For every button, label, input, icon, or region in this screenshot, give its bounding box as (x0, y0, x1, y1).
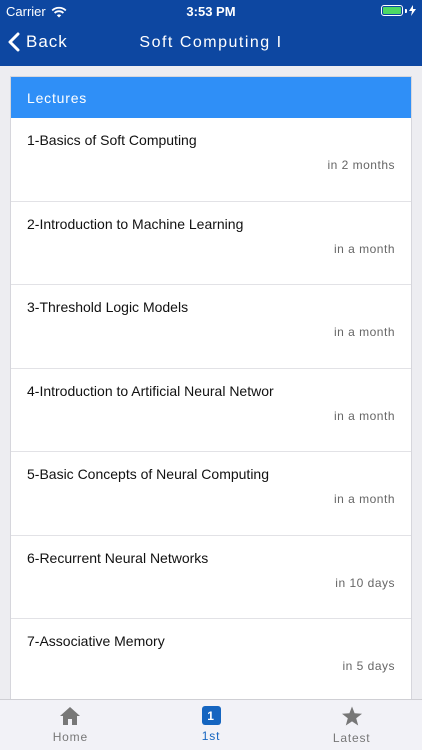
lecture-due: in a month (333, 325, 395, 339)
lecture-title: 5-Basic Concepts of Neural Computing (27, 466, 270, 482)
tab-first-label: 1st (201, 729, 221, 743)
lecture-row[interactable]: 4-Introduction to Artificial Neural Netw… (11, 369, 411, 452)
lecture-title: 3-Threshold Logic Models (27, 299, 189, 315)
tab-home[interactable]: Home (0, 700, 141, 750)
tab-latest[interactable]: Latest (281, 700, 422, 750)
lecture-row[interactable]: 1-Basics of Soft Computing in 2 months (11, 118, 411, 202)
charging-icon (409, 5, 416, 16)
home-icon (60, 707, 81, 725)
battery-icon (381, 5, 416, 16)
lecture-title: 6-Recurrent Neural Networks (27, 549, 209, 566)
lecture-title: 1-Basics of Soft Computing (27, 132, 197, 148)
lecture-row[interactable]: 5-Basic Concepts of Neural Computing in … (11, 452, 411, 536)
star-icon (341, 706, 362, 726)
lecture-due: in a month (333, 241, 395, 256)
lecture-due: in 2 months (327, 158, 395, 172)
lecture-due: in 10 days (335, 575, 395, 590)
lecture-due: in 5 days (342, 659, 395, 673)
tab-bar: Home 1 1st Latest (0, 699, 422, 750)
tab-home-label: Home (52, 730, 88, 744)
nav-bar: Back Soft Computing I (0, 22, 422, 66)
status-bar: Carrier 3:53 PM (0, 0, 422, 22)
page-title: Soft Computing I (139, 34, 283, 51)
tab-latest-label: Latest (332, 731, 371, 745)
lecture-due: in a month (333, 492, 395, 506)
lecture-due: in a month (333, 408, 395, 423)
lecture-row[interactable]: 3-Threshold Logic Models in a month (11, 285, 411, 369)
lecture-row[interactable]: 6-Recurrent Neural Networks in 10 days (11, 536, 411, 619)
clock: 3:53 PM (186, 4, 236, 19)
lecture-title: 7-Associative Memory (27, 633, 165, 649)
number-one-icon: 1 (201, 706, 221, 725)
lecture-row[interactable]: 2-Introduction to Machine Learning in a … (11, 202, 411, 285)
lecture-list-container[interactable]: Lectures 1-Basics of Soft Computing in 2… (0, 66, 422, 699)
lectures-card: Lectures 1-Basics of Soft Computing in 2… (10, 76, 412, 699)
lecture-row[interactable]: 7-Associative Memory in 5 days (11, 619, 411, 699)
lecture-title: 4-Introduction to Artificial Neural Netw… (27, 382, 274, 399)
lectures-header: Lectures (11, 77, 411, 118)
tab-first[interactable]: 1 1st (141, 700, 282, 750)
lecture-title: 2-Introduction to Machine Learning (27, 215, 244, 232)
